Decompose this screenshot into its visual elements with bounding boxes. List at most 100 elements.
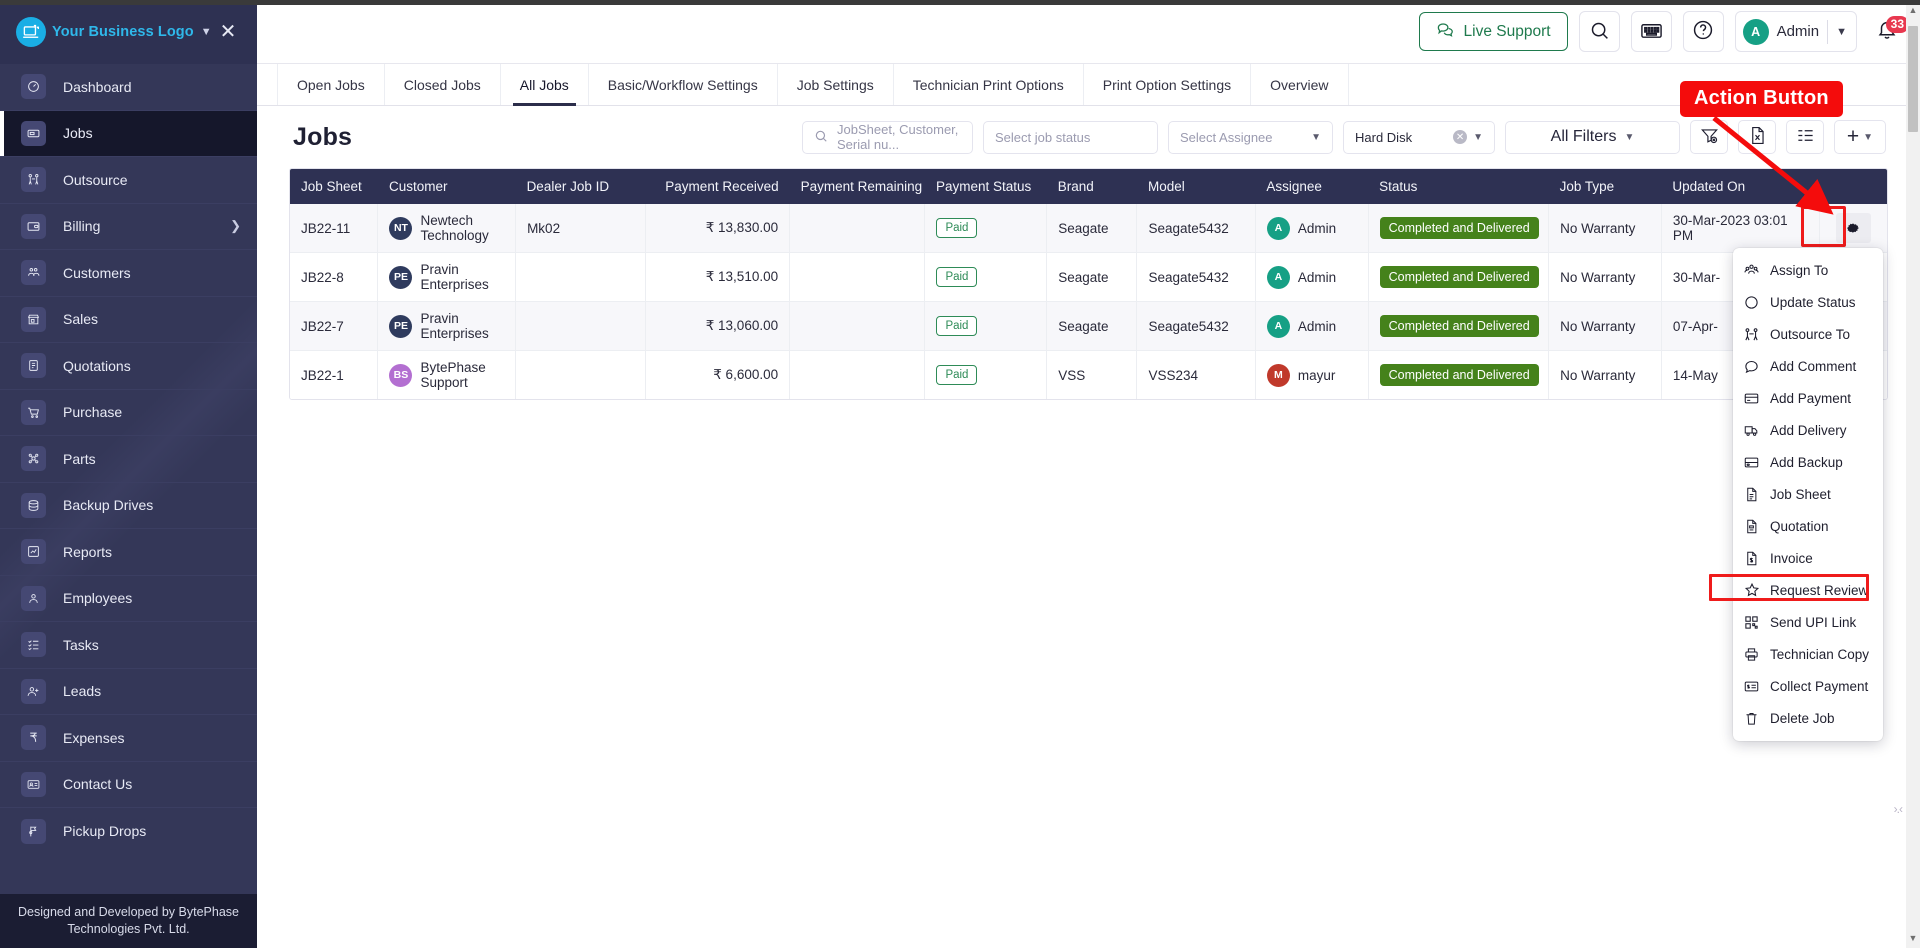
menu-item-add-delivery[interactable]: Add Delivery	[1733, 414, 1883, 446]
sidebar-item-pickup-drops[interactable]: Pickup Drops	[0, 808, 257, 855]
menu-item-invoice[interactable]: Invoice	[1733, 542, 1883, 574]
user-menu[interactable]: A Admin ▼	[1734, 11, 1857, 52]
menu-item-update-status[interactable]: Update Status	[1733, 286, 1883, 318]
sidebar-item-sales[interactable]: Sales	[0, 297, 257, 343]
status-badge: Paid	[936, 365, 978, 385]
close-icon[interactable]: ✕	[215, 19, 241, 45]
menu-item-label: Add Comment	[1770, 358, 1857, 374]
outsource-icon	[21, 167, 46, 193]
tab-basic-workflow-settings[interactable]: Basic/Workflow Settings	[589, 64, 778, 105]
sidebar-item-expenses[interactable]: Expenses	[0, 715, 257, 762]
tab-job-settings[interactable]: Job Settings	[778, 64, 894, 105]
cell-assignee: A Admin	[1255, 252, 1369, 302]
dashboard-icon	[21, 74, 46, 100]
tab-open-jobs[interactable]: Open Jobs	[277, 64, 385, 105]
sidebar-item-reports[interactable]: Reports	[0, 529, 257, 576]
search-button[interactable]	[1578, 11, 1620, 52]
assignee-name: mayur	[1297, 367, 1336, 383]
chevron-down-icon: ▼	[1836, 25, 1847, 38]
customer-name: Pravin Enterprises	[420, 262, 489, 292]
clear-filters-button[interactable]	[1690, 120, 1728, 154]
scrollbar-thumb[interactable]	[1908, 26, 1918, 132]
sidebar-item-outsource[interactable]: Outsource	[0, 157, 257, 204]
job-status-select[interactable]: Select job status	[983, 120, 1158, 154]
sidebar: Your Business Logo ▼ ✕ Dashboard Jobs Ou…	[0, 0, 257, 948]
sidebar-item-jobs[interactable]: Jobs	[0, 110, 257, 157]
all-filters-button[interactable]: All Filters ▼	[1505, 120, 1680, 154]
cell-model: Seagate5432	[1136, 252, 1256, 302]
leads-icon	[21, 678, 46, 704]
sidebar-item-label: Leads	[63, 683, 102, 700]
cell-model: VSS234	[1136, 350, 1256, 399]
sidebar-item-label: Parts	[63, 450, 96, 467]
cell-status: Completed and Delivered	[1368, 350, 1550, 399]
cell-status: Completed and Delivered	[1368, 204, 1550, 253]
menu-item-collect-payment[interactable]: Collect Payment	[1733, 670, 1883, 702]
cell-payment-remaining	[789, 350, 926, 399]
col-payment-remaining: Payment Remaining	[789, 169, 925, 204]
chevron-down-icon[interactable]: ▼	[201, 26, 212, 38]
sidebar-item-parts[interactable]: Parts	[0, 436, 257, 483]
tab-label: Print Option Settings	[1102, 76, 1232, 93]
update-status-icon	[1743, 295, 1760, 310]
search-input[interactable]: JobSheet, Customer, Serial nu...	[802, 120, 973, 154]
table-row[interactable]: JB22-11 NT Newtech Technology Mk02 ₹ 13,…	[290, 204, 1887, 253]
add-job-button[interactable]: + ▼	[1834, 120, 1886, 154]
table-row[interactable]: JB22-1 BS BytePhase Support ₹ 6,600.00 P…	[290, 350, 1887, 399]
notifications-button[interactable]: 33	[1868, 12, 1909, 52]
assignee-name: Admin	[1297, 318, 1337, 334]
menu-item-job-sheet[interactable]: Job Sheet	[1733, 478, 1883, 510]
col-payment-received: Payment Received	[645, 169, 790, 204]
scroll-down-icon[interactable]: ▼	[1906, 930, 1920, 946]
sidebar-item-tasks[interactable]: Tasks	[0, 622, 257, 669]
sidebar-item-customers[interactable]: Customers	[0, 250, 257, 297]
user-name: Admin	[1776, 23, 1820, 40]
keyboard-button[interactable]	[1630, 11, 1672, 52]
tab-all-jobs[interactable]: All Jobs	[501, 64, 589, 106]
cell-payment-received: ₹ 6,600.00	[645, 350, 791, 399]
sidebar-item-label: Jobs	[63, 125, 93, 142]
sidebar-item-dashboard[interactable]: Dashboard	[0, 64, 257, 111]
tab-closed-jobs[interactable]: Closed Jobs	[385, 64, 501, 105]
menu-item-delete-job[interactable]: Delete Job	[1733, 702, 1883, 734]
tab-technician-print-options[interactable]: Technician Print Options	[894, 64, 1084, 105]
resize-handle[interactable]: ›.‹	[1894, 802, 1903, 816]
expenses-icon	[21, 725, 46, 751]
hard-disk-select[interactable]: Hard Disk ✕ ▼	[1343, 120, 1495, 154]
sidebar-item-quotations[interactable]: Quotations	[0, 343, 257, 390]
sidebar-item-leads[interactable]: Leads	[0, 669, 257, 715]
clear-icon[interactable]: ✕	[1453, 130, 1468, 144]
card-icon	[1743, 391, 1760, 406]
export-excel-button[interactable]	[1738, 120, 1776, 154]
menu-item-quotation[interactable]: Quotation	[1733, 510, 1883, 542]
sidebar-item-employees[interactable]: Employees	[0, 576, 257, 622]
customer-avatar: BS	[389, 363, 413, 387]
search-icon	[814, 129, 828, 146]
sidebar-item-purchase[interactable]: Purchase	[0, 390, 257, 436]
menu-item-add-backup[interactable]: Add Backup	[1733, 446, 1883, 478]
menu-item-assign-to[interactable]: Assign To	[1733, 254, 1883, 286]
table-row[interactable]: JB22-8 PE Pravin Enterprises ₹ 13,510.00…	[290, 252, 1887, 302]
menu-item-send-upi-link[interactable]: Send UPI Link	[1733, 606, 1883, 638]
assignee-select[interactable]: Select Assignee ▼	[1168, 120, 1333, 154]
cell-dealer-job-id: Mk02	[515, 204, 646, 253]
menu-item-add-payment[interactable]: Add Payment	[1733, 382, 1883, 414]
page-scrollbar[interactable]: ▲ ▼	[1906, 0, 1920, 948]
table-row[interactable]: JB22-7 PE Pravin Enterprises ₹ 13,060.00…	[290, 301, 1887, 351]
sidebar-item-backup-drives[interactable]: Backup Drives	[0, 483, 257, 529]
sidebar-item-billing[interactable]: Billing ❯	[0, 204, 257, 250]
live-support-button[interactable]: Live Support	[1418, 12, 1568, 51]
customers-icon	[21, 260, 46, 286]
action-gear-button[interactable]	[1835, 213, 1871, 243]
help-button[interactable]	[1682, 11, 1724, 52]
menu-item-add-comment[interactable]: Add Comment	[1733, 350, 1883, 382]
sidebar-brand-bar: Your Business Logo ▼ ✕	[0, 0, 257, 64]
app-root: Your Business Logo ▼ ✕ Dashboard Jobs Ou…	[0, 0, 1920, 948]
menu-item-request-review[interactable]: Request Review	[1733, 574, 1883, 606]
menu-item-outsource-to[interactable]: Outsource To	[1733, 318, 1883, 350]
tab-print-option-settings[interactable]: Print Option Settings	[1084, 64, 1252, 105]
column-settings-button[interactable]	[1786, 120, 1824, 154]
tab-overview[interactable]: Overview	[1251, 64, 1349, 105]
menu-item-technician-copy[interactable]: Technician Copy	[1733, 638, 1883, 670]
sidebar-item-contact-us[interactable]: Contact Us	[0, 762, 257, 808]
